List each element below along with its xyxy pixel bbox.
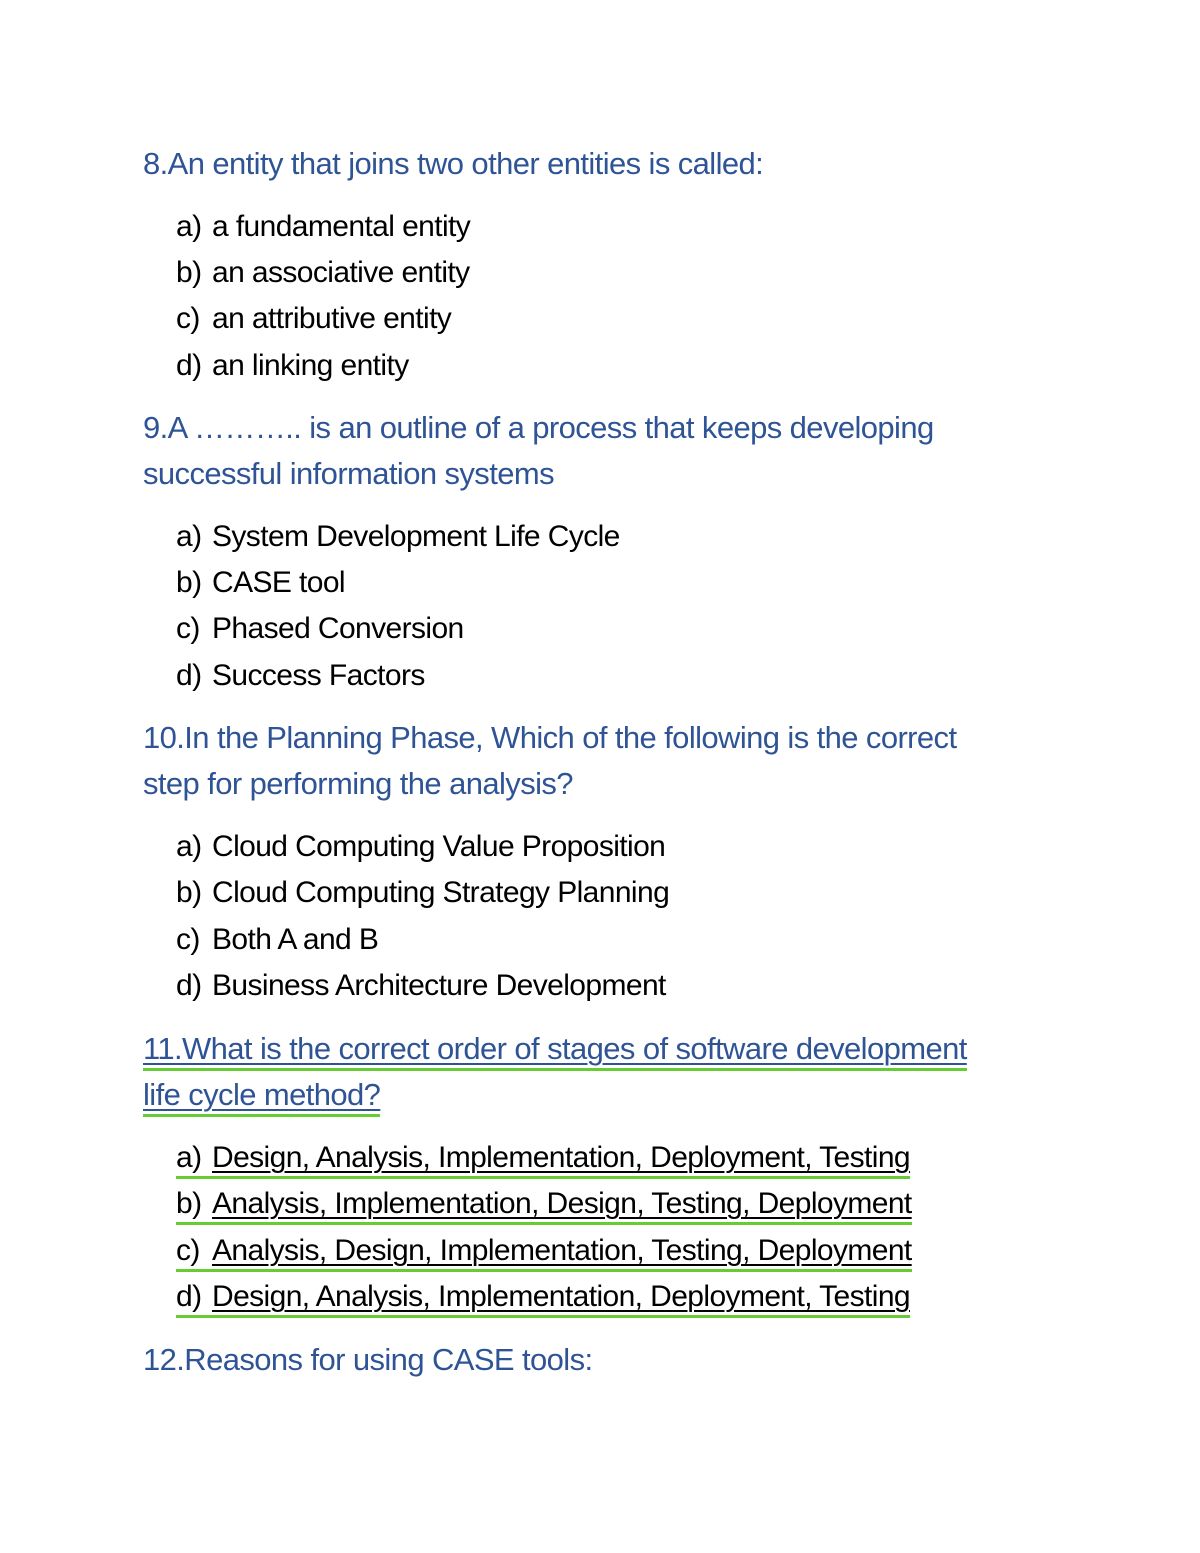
option-letter: c) [176,302,200,335]
option-text: Cloud Computing Value Proposition [212,830,666,863]
option-letter: a) [176,1141,202,1174]
question-11-title-line-2: life cycle method? [143,1072,381,1118]
option-letter: c) [176,612,200,645]
question-11-option-b: b) Analysis, Implementation, Design, Test… [176,1181,912,1227]
option-letter: d) [176,1280,202,1313]
question-8-title: 8.An entity that joins two other entitie… [143,146,764,181]
question-11-option-d: d) Design, Analysis, Implementation, Depl… [176,1274,911,1320]
document-page: 8.An entity that joins two other entitie… [0,0,1200,1553]
question-9-title-line-2: successful information systems [143,456,555,491]
option-letter: a) [176,520,202,553]
question-9-option-b: b) CASE tool [176,560,346,606]
option-text: Success Factors [212,659,425,692]
underlined-text: c) Analysis, Design, Implementation, Test… [176,1234,912,1272]
question-11-option-a: a) Design, Analysis, Implementation, Depl… [176,1135,911,1181]
option-text: Analysis, Implementation, Design, Testin… [212,1187,912,1220]
question-8-option-d: d) an linking entity [176,343,409,389]
question-11-title-line-1: 11.What is the correct order of stages o… [143,1026,967,1072]
underlined-text: d) Design, Analysis, Implementation, Depl… [176,1280,911,1318]
option-letter: a) [176,830,202,863]
option-letter: b) [176,256,202,289]
option-letter: b) [176,1187,202,1220]
underlined-text: a) Design, Analysis, Implementation, Depl… [176,1141,911,1179]
underlined-text: 11.What is the correct order of stages o… [143,1031,967,1071]
option-text: Business Architecture Development [212,969,666,1002]
question-9-option-c: c) Phased Conversion [176,606,464,652]
option-letter: c) [176,1234,200,1267]
option-text: Cloud Computing Strategy Planning [212,876,670,909]
question-11-option-c: c) Analysis, Design, Implementation, Test… [176,1228,912,1274]
question-10-option-b: b) Cloud Computing Strategy Planning [176,870,670,916]
option-text: Both A and B [212,923,379,956]
option-letter: d) [176,969,202,1002]
option-letter: a) [176,210,202,243]
option-text: an attributive entity [212,302,452,335]
question-9-option-a: a) System Development Life Cycle [176,514,620,560]
option-text: Design, Analysis, Implementation, Deploy… [212,1141,911,1174]
question-9-option-d: d) Success Factors [176,653,425,699]
underlined-text: b) Analysis, Implementation, Design, Test… [176,1187,912,1225]
option-letter: c) [176,923,200,956]
option-text: Analysis, Design, Implementation, Testin… [212,1234,912,1267]
underlined-text: life cycle method? [143,1077,381,1117]
option-text: a fundamental entity [212,210,471,243]
question-10-title-line-1: 10.In the Planning Phase, Which of the f… [143,720,957,755]
question-10-option-a: a) Cloud Computing Value Proposition [176,824,666,870]
option-letter: d) [176,659,202,692]
question-8-option-c: c) an attributive entity [176,296,452,342]
question-10-option-c: c) Both A and B [176,917,379,963]
option-text: Design, Analysis, Implementation, Deploy… [212,1280,911,1313]
question-12-title: 12.Reasons for using CASE tools: [143,1342,593,1377]
option-letter: b) [176,876,202,909]
option-text: System Development Life Cycle [212,520,620,553]
question-10-title-line-2: step for performing the analysis? [143,766,574,801]
option-letter: d) [176,349,202,382]
question-10-option-d: d) Business Architecture Development [176,963,666,1009]
option-letter: b) [176,566,202,599]
option-text: CASE tool [212,566,346,599]
option-text: an associative entity [212,256,470,289]
question-9-title-line-1: 9.A ……….. is an outline of a process tha… [143,410,934,445]
option-text: Phased Conversion [212,612,464,645]
question-8-option-b: b) an associative entity [176,250,470,296]
question-8-option-a: a) a fundamental entity [176,204,471,250]
option-text: an linking entity [212,349,409,382]
